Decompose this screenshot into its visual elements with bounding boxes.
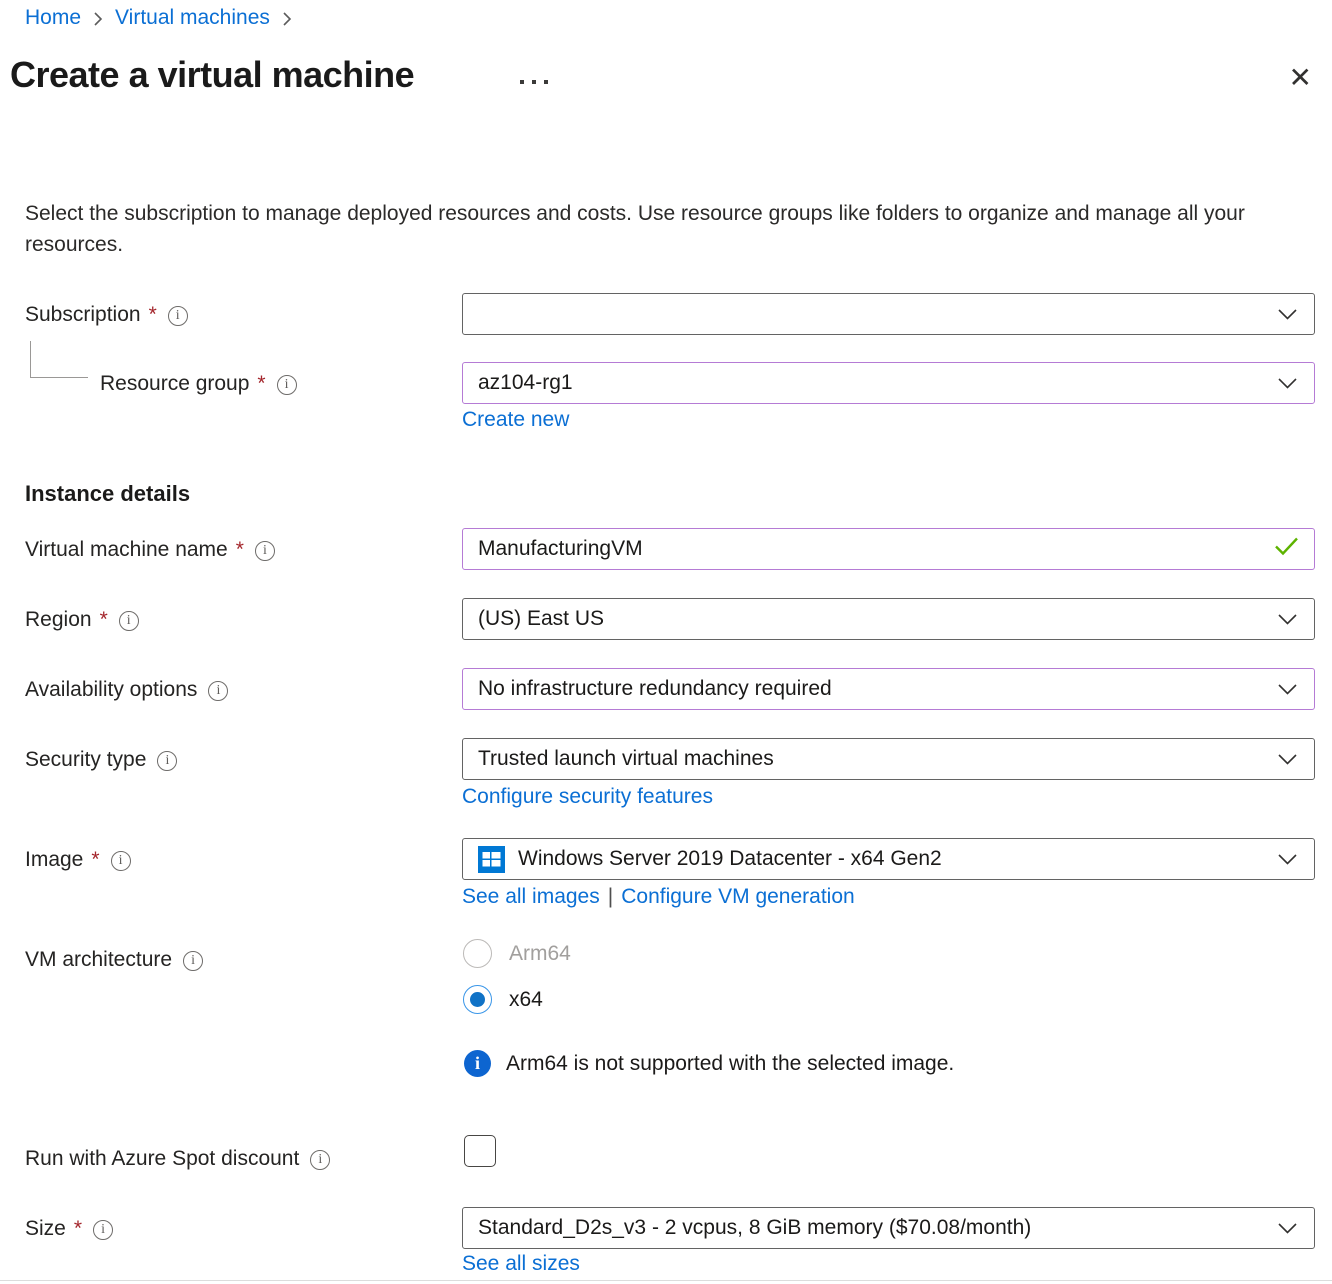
- info-icon[interactable]: i: [93, 1220, 113, 1240]
- info-filled-icon: i: [464, 1050, 491, 1077]
- hierarchy-connector-line: [30, 341, 88, 378]
- create-vm-page: Home Virtual machines Create a virtual m…: [0, 0, 1332, 1284]
- chevron-down-icon: [1278, 1216, 1297, 1240]
- required-marker: *: [257, 372, 265, 396]
- configure-security-features-link[interactable]: Configure security features: [462, 785, 713, 809]
- breadcrumb-home[interactable]: Home: [25, 6, 81, 30]
- subscription-intro-text: Select the subscription to manage deploy…: [25, 198, 1293, 260]
- chevron-down-icon: [1278, 677, 1297, 701]
- size-label: Size * i: [25, 1217, 113, 1241]
- info-icon[interactable]: i: [255, 541, 275, 561]
- vm-name-value: ManufacturingVM: [478, 537, 643, 561]
- page-title: Create a virtual machine: [10, 54, 414, 96]
- info-icon[interactable]: i: [183, 951, 203, 971]
- info-icon[interactable]: i: [168, 306, 188, 326]
- configure-vm-generation-link[interactable]: Configure VM generation: [621, 885, 854, 909]
- chevron-down-icon: [1278, 747, 1297, 771]
- chevron-down-icon: [1278, 302, 1297, 326]
- availability-options-value: No infrastructure redundancy required: [478, 677, 832, 701]
- info-icon[interactable]: i: [277, 375, 297, 395]
- arm64-info-note: i Arm64 is not supported with the select…: [464, 1050, 954, 1077]
- required-marker: *: [74, 1217, 82, 1241]
- breadcrumb-virtual-machines[interactable]: Virtual machines: [115, 6, 270, 30]
- link-separator: |: [608, 885, 613, 909]
- azure-spot-label: Run with Azure Spot discount i: [25, 1147, 330, 1171]
- required-marker: *: [100, 608, 108, 632]
- info-icon[interactable]: i: [157, 751, 177, 771]
- radio-circle-icon: [463, 939, 492, 968]
- size-value: Standard_D2s_v3 - 2 vcpus, 8 GiB memory …: [478, 1216, 1031, 1240]
- subscription-dropdown[interactable]: [462, 293, 1315, 335]
- availability-options-label: Availability options i: [25, 678, 228, 702]
- chevron-right-icon: [93, 11, 103, 27]
- radio-circle-icon: [463, 985, 492, 1014]
- info-icon[interactable]: i: [208, 681, 228, 701]
- security-type-label: Security type i: [25, 748, 177, 772]
- windows-logo-icon: [478, 846, 505, 873]
- image-value: Windows Server 2019 Datacenter - x64 Gen…: [518, 847, 942, 871]
- region-label: Region * i: [25, 608, 139, 632]
- azure-spot-checkbox[interactable]: [464, 1135, 496, 1167]
- create-new-link[interactable]: Create new: [462, 408, 569, 432]
- radio-x64[interactable]: x64: [463, 985, 543, 1014]
- resource-group-label: Resource group * i: [100, 372, 297, 396]
- security-type-dropdown[interactable]: Trusted launch virtual machines: [462, 738, 1315, 780]
- close-icon[interactable]: ✕: [1285, 60, 1316, 96]
- chevron-down-icon: [1278, 847, 1297, 871]
- chevron-right-icon: [282, 11, 292, 27]
- radio-arm64-label[interactable]: Arm64: [509, 942, 571, 966]
- resource-group-value: az104-rg1: [478, 371, 573, 395]
- required-marker: *: [236, 538, 244, 562]
- radio-x64-label[interactable]: x64: [509, 988, 543, 1012]
- section-divider: [0, 1280, 1332, 1281]
- see-all-sizes-link[interactable]: See all sizes: [462, 1252, 580, 1276]
- vm-name-input[interactable]: ManufacturingVM: [462, 528, 1315, 570]
- image-label: Image * i: [25, 848, 131, 872]
- info-icon[interactable]: i: [119, 611, 139, 631]
- region-dropdown[interactable]: (US) East US: [462, 598, 1315, 640]
- image-dropdown[interactable]: Windows Server 2019 Datacenter - x64 Gen…: [462, 838, 1315, 880]
- region-value: (US) East US: [478, 607, 604, 631]
- see-all-images-link[interactable]: See all images: [462, 885, 600, 909]
- resource-group-dropdown[interactable]: az104-rg1: [462, 362, 1315, 404]
- chevron-down-icon: [1278, 607, 1297, 631]
- radio-arm64[interactable]: Arm64: [463, 939, 571, 968]
- valid-check-icon: [1274, 537, 1299, 562]
- breadcrumb: Home Virtual machines: [25, 6, 292, 30]
- more-options-icon[interactable]: [516, 76, 552, 88]
- subscription-label: Subscription * i: [25, 303, 188, 327]
- instance-details-heading: Instance details: [25, 481, 190, 507]
- required-marker: *: [91, 848, 99, 872]
- info-icon[interactable]: i: [310, 1150, 330, 1170]
- vm-name-label: Virtual machine name * i: [25, 538, 275, 562]
- security-type-value: Trusted launch virtual machines: [478, 747, 774, 771]
- vm-architecture-label: VM architecture i: [25, 948, 203, 972]
- required-marker: *: [149, 303, 157, 327]
- size-dropdown[interactable]: Standard_D2s_v3 - 2 vcpus, 8 GiB memory …: [462, 1207, 1315, 1249]
- arm64-info-text: Arm64 is not supported with the selected…: [506, 1052, 954, 1076]
- availability-options-dropdown[interactable]: No infrastructure redundancy required: [462, 668, 1315, 710]
- chevron-down-icon: [1278, 371, 1297, 395]
- info-icon[interactable]: i: [111, 851, 131, 871]
